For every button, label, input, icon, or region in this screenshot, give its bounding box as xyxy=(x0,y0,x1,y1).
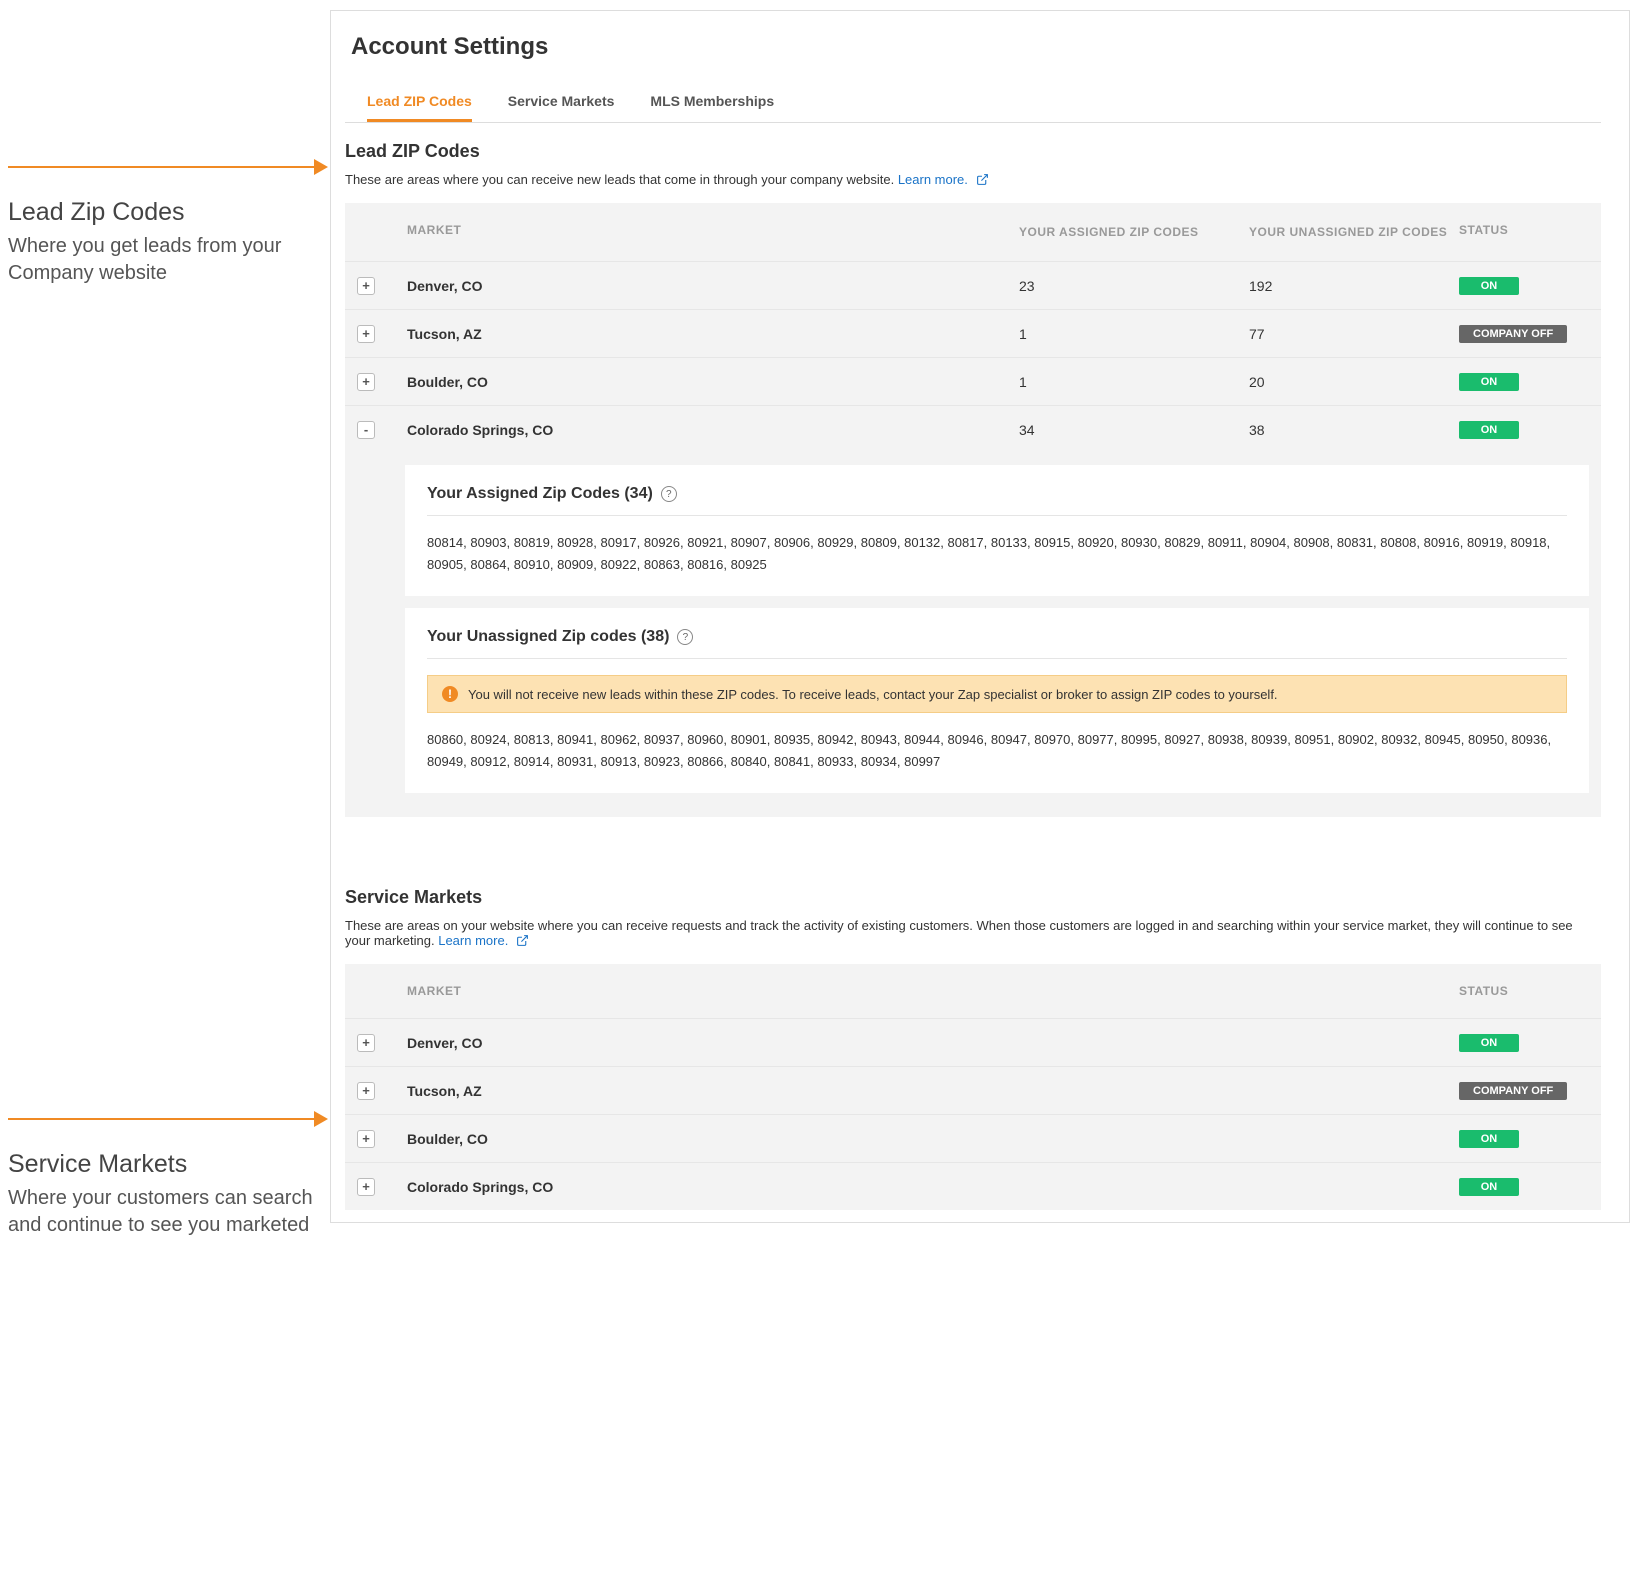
external-link-icon xyxy=(516,934,529,950)
arrow-icon xyxy=(8,166,326,168)
status-badge: ON xyxy=(1459,1034,1519,1052)
settings-panel: Account Settings Lead ZIP Codes Service … xyxy=(330,10,1630,1223)
annotation-service: Service Markets Where your customers can… xyxy=(8,1150,318,1239)
alert-banner: ! You will not receive new leads within … xyxy=(427,675,1567,713)
external-link-icon xyxy=(976,173,989,189)
assigned-count: 1 xyxy=(1019,326,1249,342)
table-row: + Denver, CO 23 192 ON xyxy=(345,261,1601,309)
annotation-service-title: Service Markets xyxy=(8,1150,318,1179)
table-row: + Boulder, CO 1 20 ON xyxy=(345,357,1601,405)
market-name: Boulder, CO xyxy=(407,1131,1459,1147)
tab-lead-zip-codes[interactable]: Lead ZIP Codes xyxy=(367,85,472,122)
expand-button[interactable]: + xyxy=(357,373,375,391)
status-badge: ON xyxy=(1459,373,1519,391)
service-section-title: Service Markets xyxy=(345,887,1601,908)
table-row: + Denver, CO ON xyxy=(345,1018,1601,1066)
assigned-count: 34 xyxy=(1019,422,1249,438)
col-market: MARKET xyxy=(407,984,1459,998)
market-name: Tucson, AZ xyxy=(407,326,1019,342)
col-unassigned: YOUR UNASSIGNED ZIP CODES xyxy=(1249,223,1459,241)
service-section-description: These are areas on your website where yo… xyxy=(345,918,1601,950)
market-name: Denver, CO xyxy=(407,278,1019,294)
expand-button[interactable]: + xyxy=(357,1178,375,1196)
unassigned-panel: Your Unassigned Zip codes (38) ? ! You w… xyxy=(405,608,1589,793)
assigned-panel: Your Assigned Zip Codes (34) ? 80814, 80… xyxy=(405,465,1589,596)
table-row: - Colorado Springs, CO 34 38 ON xyxy=(345,405,1601,453)
table-row: + Boulder, CO ON xyxy=(345,1114,1601,1162)
lead-section-description: These are areas where you can receive ne… xyxy=(345,172,1601,189)
expand-button[interactable]: + xyxy=(357,1082,375,1100)
alert-icon: ! xyxy=(442,686,458,702)
expand-button[interactable]: + xyxy=(357,325,375,343)
arrow-icon xyxy=(8,1118,326,1120)
annotation-lead-text: Where you get leads from your Company we… xyxy=(8,233,318,287)
table-row: + Tucson, AZ 1 77 COMPANY OFF xyxy=(345,309,1601,357)
service-table-header: MARKET STATUS xyxy=(345,964,1601,1018)
market-name: Colorado Springs, CO xyxy=(407,422,1019,438)
annotation-lead-title: Lead Zip Codes xyxy=(8,198,318,227)
unassigned-subtitle: Your Unassigned Zip codes (38) xyxy=(427,628,669,646)
service-table: MARKET STATUS + Denver, CO ON + Tucson, … xyxy=(345,964,1601,1210)
status-badge: COMPANY OFF xyxy=(1459,325,1567,343)
unassigned-count: 77 xyxy=(1249,326,1459,342)
lead-section-title: Lead ZIP Codes xyxy=(345,141,1601,162)
unassigned-count: 192 xyxy=(1249,278,1459,294)
unassigned-zip-list: 80860, 80924, 80813, 80941, 80962, 80937… xyxy=(427,729,1567,773)
status-badge: ON xyxy=(1459,277,1519,295)
status-badge: COMPANY OFF xyxy=(1459,1082,1567,1100)
expand-button[interactable]: + xyxy=(357,277,375,295)
page-title: Account Settings xyxy=(351,33,1601,61)
market-name: Colorado Springs, CO xyxy=(407,1179,1459,1195)
expanded-detail: Your Assigned Zip Codes (34) ? 80814, 80… xyxy=(345,453,1601,817)
help-icon[interactable]: ? xyxy=(677,629,693,645)
status-badge: ON xyxy=(1459,1178,1519,1196)
assigned-count: 23 xyxy=(1019,278,1249,294)
table-row: + Tucson, AZ COMPANY OFF xyxy=(345,1066,1601,1114)
col-status: STATUS xyxy=(1459,984,1589,998)
unassigned-count: 20 xyxy=(1249,374,1459,390)
service-learn-more-link[interactable]: Learn more. xyxy=(438,933,508,948)
annotation-service-text: Where your customers can search and cont… xyxy=(8,1185,318,1239)
lead-table: MARKET YOUR ASSIGNED ZIP CODES YOUR UNAS… xyxy=(345,203,1601,817)
table-row: + Colorado Springs, CO ON xyxy=(345,1162,1601,1210)
assigned-count: 1 xyxy=(1019,374,1249,390)
collapse-button[interactable]: - xyxy=(357,421,375,439)
expand-button[interactable]: + xyxy=(357,1034,375,1052)
assigned-subtitle: Your Assigned Zip Codes (34) xyxy=(427,485,653,503)
status-badge: ON xyxy=(1459,1130,1519,1148)
tabs: Lead ZIP Codes Service Markets MLS Membe… xyxy=(345,85,1601,123)
col-status: STATUS xyxy=(1459,223,1589,241)
col-assigned: YOUR ASSIGNED ZIP CODES xyxy=(1019,223,1249,241)
expand-button[interactable]: + xyxy=(357,1130,375,1148)
assigned-zip-list: 80814, 80903, 80819, 80928, 80917, 80926… xyxy=(427,532,1567,576)
status-badge: ON xyxy=(1459,421,1519,439)
annotation-lead: Lead Zip Codes Where you get leads from … xyxy=(8,198,318,287)
lead-learn-more-link[interactable]: Learn more. xyxy=(898,172,968,187)
lead-table-header: MARKET YOUR ASSIGNED ZIP CODES YOUR UNAS… xyxy=(345,203,1601,261)
help-icon[interactable]: ? xyxy=(661,486,677,502)
col-market: MARKET xyxy=(407,223,1019,241)
alert-text: You will not receive new leads within th… xyxy=(468,687,1278,702)
market-name: Tucson, AZ xyxy=(407,1083,1459,1099)
unassigned-count: 38 xyxy=(1249,422,1459,438)
market-name: Denver, CO xyxy=(407,1035,1459,1051)
market-name: Boulder, CO xyxy=(407,374,1019,390)
tab-service-markets[interactable]: Service Markets xyxy=(508,85,615,122)
tab-mls-memberships[interactable]: MLS Memberships xyxy=(650,85,774,122)
